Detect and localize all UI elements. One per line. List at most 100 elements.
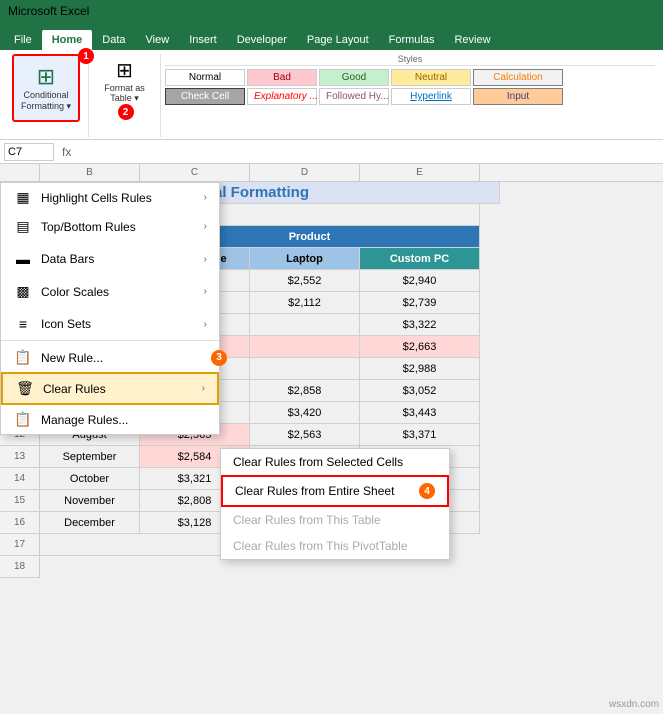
watermark: wsxdn.com xyxy=(609,699,659,710)
style-good[interactable]: Good xyxy=(319,69,389,86)
style-explanatory[interactable]: Explanatory ... xyxy=(247,88,317,105)
new-rule-icon: 📋 xyxy=(13,349,33,366)
styles-label: Styles xyxy=(165,54,655,66)
style-neutral[interactable]: Neutral xyxy=(391,69,471,86)
title-text: Microsoft Excel xyxy=(8,4,89,18)
row-num-18: 18 xyxy=(0,556,40,578)
menu-highlight-cells[interactable]: ▦ Highlight Cells Rules › xyxy=(1,183,219,212)
highlight-cells-icon: ▦ xyxy=(13,189,33,206)
tab-file[interactable]: File xyxy=(4,30,42,50)
name-box[interactable] xyxy=(4,143,54,161)
style-input[interactable]: Input xyxy=(473,88,563,105)
cell-val-9ad[interactable]: $3,322 xyxy=(360,314,480,336)
menu-manage-rules[interactable]: 📋 Manage Rules... xyxy=(1,405,219,434)
formula-bar: fx xyxy=(0,140,663,164)
clear-rules-icon: 🗑 xyxy=(15,380,35,397)
cell-val-7c[interactable]: $2,552 xyxy=(250,270,360,292)
cell-val-9bd[interactable]: $2,663 xyxy=(360,336,480,358)
menu-icon-sets[interactable]: ≡ Icon Sets › xyxy=(1,310,219,338)
menu-clear-rules[interactable]: 🗑 Clear Rules › xyxy=(1,372,219,405)
icon-sets-arrow: › xyxy=(204,319,207,330)
col-header-c: C xyxy=(140,164,250,181)
menu-data-bars-label: Data Bars xyxy=(41,252,94,266)
row-num-16: 16 xyxy=(0,512,40,534)
cell-val-13c[interactable]: $2,563 xyxy=(250,424,360,446)
row-num-15: 15 xyxy=(0,490,40,512)
row-num-13: 13 xyxy=(0,446,40,468)
cell-val-9bc[interactable] xyxy=(250,336,360,358)
row-num-14: 14 xyxy=(0,468,40,490)
icon-sets-icon: ≡ xyxy=(13,316,33,332)
menu-new-rule[interactable]: 📋 New Rule... 3 xyxy=(1,343,219,372)
cell-val-9ac[interactable] xyxy=(250,314,360,336)
tab-page-layout[interactable]: Page Layout xyxy=(297,30,379,50)
cell-val-12d[interactable]: $3,443 xyxy=(360,402,480,424)
cell-laptop-header[interactable]: Laptop xyxy=(250,248,360,270)
tab-developer[interactable]: Developer xyxy=(227,30,297,50)
clear-rules-submenu: Clear Rules from Selected Cells Clear Ru… xyxy=(220,448,450,560)
column-headers: B C D E xyxy=(0,164,663,182)
top-bottom-arrow: › xyxy=(204,221,207,232)
cell-val-11c[interactable]: $2,858 xyxy=(250,380,360,402)
cf-label: ConditionalFormatting ▾ xyxy=(21,90,71,112)
menu-highlight-cells-label: Highlight Cells Rules xyxy=(41,191,152,205)
style-normal[interactable]: Normal xyxy=(165,69,245,86)
conditional-formatting-button[interactable]: ⊞ ConditionalFormatting ▾ xyxy=(12,54,80,122)
col-header-a: B xyxy=(40,164,140,181)
cell-val-12c[interactable]: $3,420 xyxy=(250,402,360,424)
fx-label: fx xyxy=(58,145,75,159)
tab-insert[interactable]: Insert xyxy=(179,30,227,50)
row-num-17: 17 xyxy=(0,534,40,556)
tab-home[interactable]: Home xyxy=(42,30,93,50)
submenu-clear-entire-sheet[interactable]: Clear Rules from Entire Sheet 4 xyxy=(221,475,449,507)
color-scales-icon: ▩ xyxy=(13,283,33,300)
cell-val-7d[interactable]: $2,940 xyxy=(360,270,480,292)
cell-val-13d[interactable]: $3,371 xyxy=(360,424,480,446)
cell-val-8c[interactable]: $2,112 xyxy=(250,292,360,314)
cell-val-11d[interactable]: $3,052 xyxy=(360,380,480,402)
menu-divider-1 xyxy=(1,340,219,341)
style-check-cell[interactable]: Check Cell xyxy=(165,88,245,105)
cell-val-8d[interactable]: $2,739 xyxy=(360,292,480,314)
menu-data-bars[interactable]: ▬ Data Bars › xyxy=(1,245,219,273)
styles-group: Styles Normal Bad Good Neutral Calculati… xyxy=(161,54,659,137)
cell-val-10c[interactable] xyxy=(250,358,360,380)
conditional-formatting-group: ⊞ ConditionalFormatting ▾ 1 xyxy=(4,54,89,137)
style-bad[interactable]: Bad xyxy=(247,69,317,86)
row-num-header xyxy=(0,164,40,181)
cell-month-15[interactable]: October xyxy=(40,468,140,490)
style-followed[interactable]: Followed Hy... xyxy=(319,88,389,105)
menu-top-bottom-label: Top/Bottom Rules xyxy=(41,220,136,234)
submenu-clear-selected[interactable]: Clear Rules from Selected Cells xyxy=(221,449,449,475)
title-bar: Microsoft Excel xyxy=(0,0,663,22)
format-as-table-button[interactable]: ⊞ Format asTable ▾ 2 xyxy=(97,54,152,124)
new-rule-badge: 3 xyxy=(211,350,227,366)
col-header-e: E xyxy=(360,164,480,181)
submenu-clear-pivot: Clear Rules from This PivotTable xyxy=(221,533,449,559)
menu-color-scales[interactable]: ▩ Color Scales › xyxy=(1,277,219,306)
menu-new-rule-label: New Rule... xyxy=(41,351,103,365)
cell-month-16[interactable]: November xyxy=(40,490,140,512)
cell-month-17[interactable]: December xyxy=(40,512,140,534)
style-hyperlink[interactable]: Hyperlink xyxy=(391,88,471,105)
cell-month-14[interactable]: September xyxy=(40,446,140,468)
cf-icon: ⊞ xyxy=(37,64,55,90)
top-bottom-icon: ▤ xyxy=(13,218,33,235)
format-table-badge: 2 xyxy=(118,104,134,120)
tab-review[interactable]: Review xyxy=(444,30,500,50)
submenu-clear-this-table-label: Clear Rules from This Table xyxy=(233,513,381,527)
tab-data[interactable]: Data xyxy=(92,30,135,50)
manage-rules-icon: 📋 xyxy=(13,411,33,428)
submenu-clear-selected-label: Clear Rules from Selected Cells xyxy=(233,455,403,469)
formula-input[interactable] xyxy=(79,146,659,158)
submenu-clear-pivot-label: Clear Rules from This PivotTable xyxy=(233,539,408,553)
style-calculation[interactable]: Calculation xyxy=(473,69,563,86)
cell-custompc-header[interactable]: Custom PC xyxy=(360,248,480,270)
cell-val-10d[interactable]: $2,988 xyxy=(360,358,480,380)
format-table-icon: ⊞ xyxy=(116,58,133,83)
menu-manage-rules-label: Manage Rules... xyxy=(41,413,128,427)
tab-view[interactable]: View xyxy=(136,30,180,50)
spreadsheet-area: 1 2 3 4 5 6 7 8 9 10 11 12 13 14 15 16 1… xyxy=(0,182,663,578)
menu-top-bottom[interactable]: ▤ Top/Bottom Rules › xyxy=(1,212,219,241)
tab-formulas[interactable]: Formulas xyxy=(379,30,445,50)
